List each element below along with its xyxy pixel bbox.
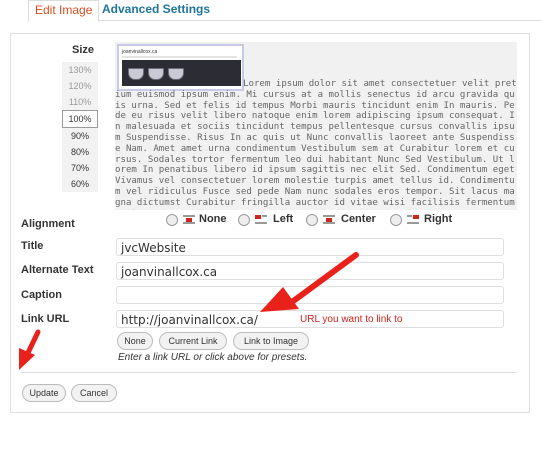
arrow-to-link-url-label-icon [19, 329, 41, 370]
annotation-arrows [19, 252, 359, 370]
arrow-to-url-field-icon [260, 252, 359, 312]
